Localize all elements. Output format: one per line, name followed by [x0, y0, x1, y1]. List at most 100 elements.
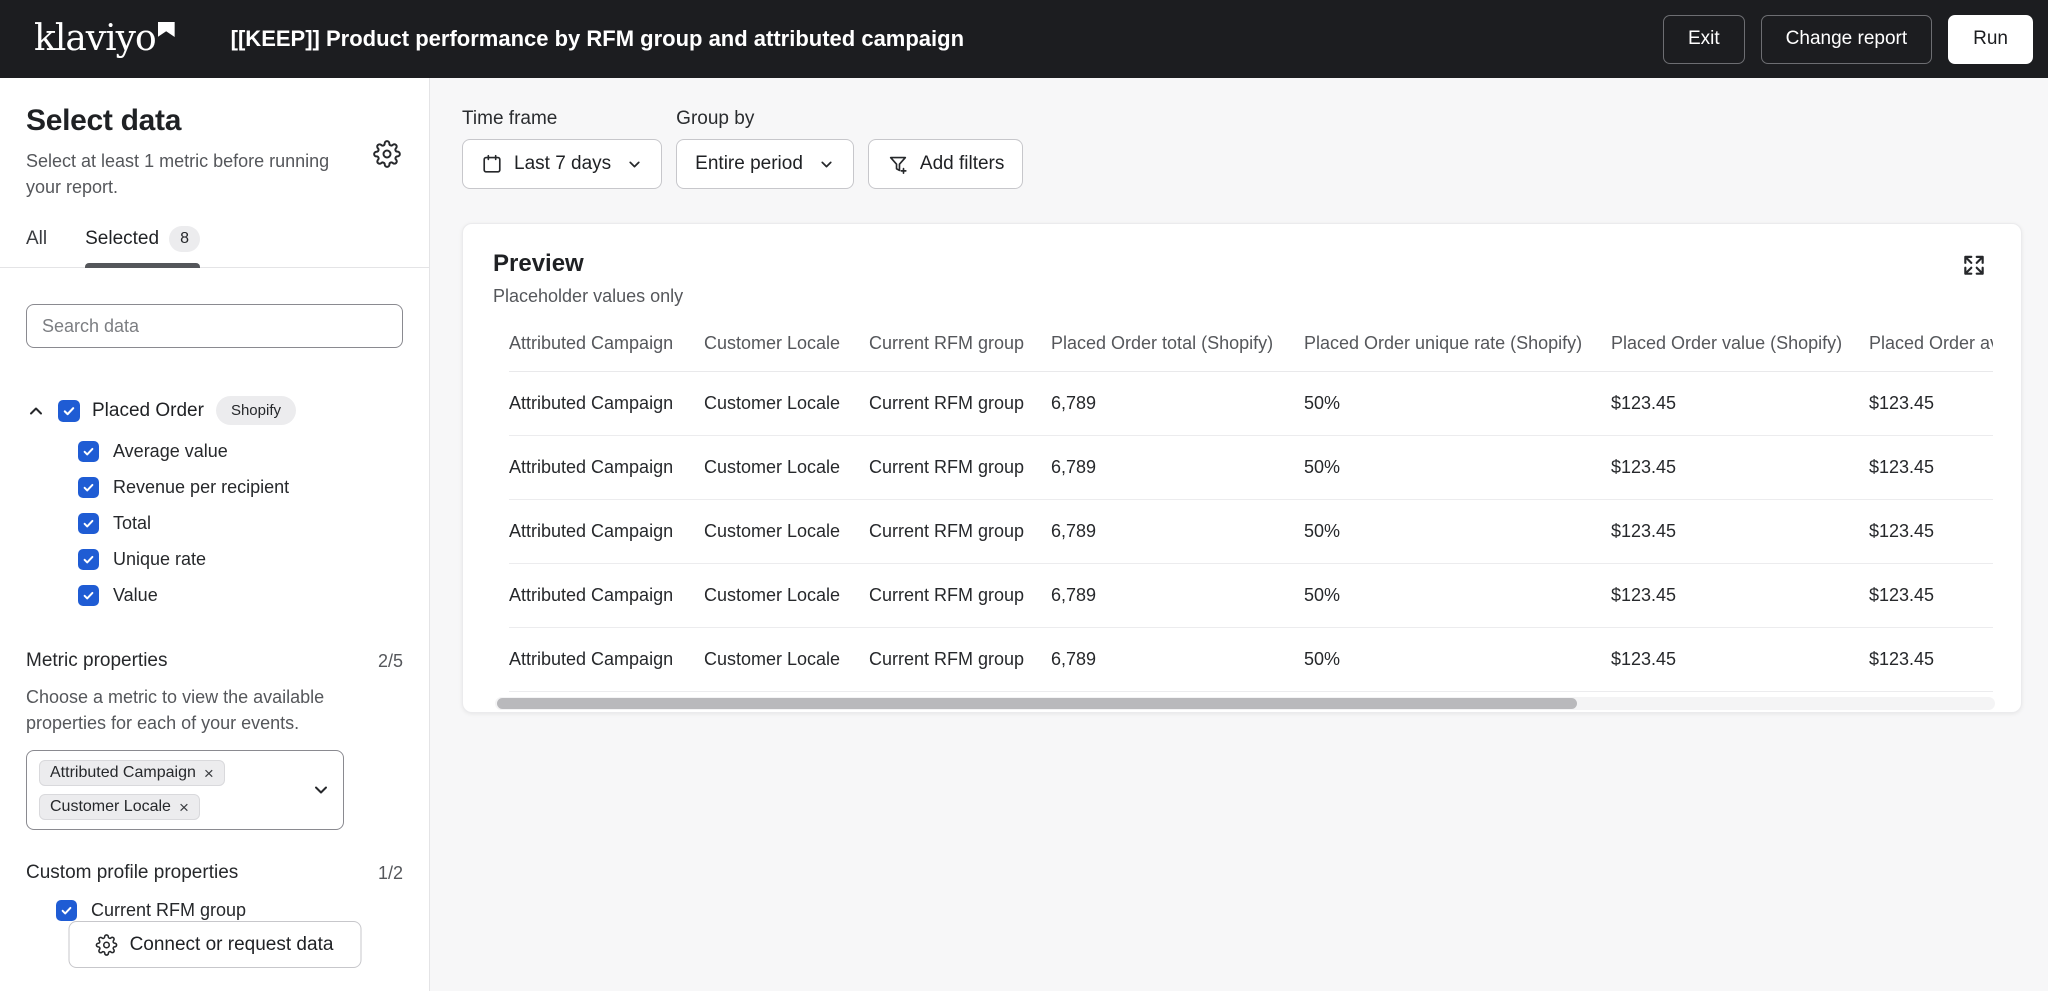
scrollbar-thumb[interactable] — [497, 698, 1577, 709]
column-header: Current RFM group — [869, 333, 1051, 372]
table-cell: 50% — [1304, 564, 1611, 628]
data-tabs: All Selected 8 — [26, 226, 403, 268]
table-cell: Customer Locale — [704, 436, 869, 500]
table-cell: 50% — [1304, 628, 1611, 692]
remove-tag-icon[interactable]: × — [179, 799, 189, 816]
table-cell: $123.45 — [1611, 564, 1869, 628]
run-button[interactable]: Run — [1948, 15, 2033, 64]
panel-title: Select data — [26, 104, 403, 138]
placed-order-checkbox[interactable] — [58, 400, 80, 422]
horizontal-scrollbar[interactable] — [495, 697, 1995, 710]
tag-customer-locale: Customer Locale × — [39, 794, 200, 820]
add-filters-button[interactable]: Add filters — [868, 139, 1023, 189]
connect-button-label: Connect or request data — [130, 934, 334, 956]
metric-child-row: Value — [78, 585, 403, 606]
table-cell: 50% — [1304, 500, 1611, 564]
tag-attributed-campaign: Attributed Campaign × — [39, 760, 225, 786]
table-cell: 50% — [1304, 372, 1611, 436]
connect-or-request-data-button[interactable]: Connect or request data — [68, 921, 361, 968]
column-header: Placed Order average value (Shopify) — [1869, 333, 1993, 372]
klaviyo-flag-icon — [158, 22, 175, 37]
time-frame-dropdown[interactable]: Last 7 days — [462, 139, 662, 189]
metric-group-label: Placed Order — [92, 400, 204, 422]
metric-child-row: Unique rate — [78, 549, 403, 570]
preview-subtitle: Placeholder values only — [493, 286, 683, 307]
custom-profile-label: Custom profile properties — [26, 862, 238, 884]
remove-tag-icon[interactable]: × — [204, 765, 214, 782]
custom-profile-header: Custom profile properties 1/2 — [26, 862, 403, 884]
table-cell: $123.45 — [1869, 372, 1993, 436]
average-value-checkbox[interactable] — [78, 441, 99, 462]
table-row: Attributed CampaignCustomer LocaleCurren… — [509, 564, 1993, 628]
current-rfm-group-checkbox[interactable] — [56, 900, 77, 921]
group-by-label: Group by — [676, 108, 854, 130]
tag-label: Customer Locale — [50, 798, 171, 816]
table-cell: Attributed Campaign — [509, 500, 704, 564]
tab-selected[interactable]: Selected 8 — [85, 226, 200, 268]
chevron-down-icon[interactable] — [311, 780, 331, 800]
table-row: Attributed CampaignCustomer LocaleCurren… — [509, 628, 1993, 692]
chevron-down-icon — [626, 156, 643, 173]
column-header: Placed Order total (Shopify) — [1051, 333, 1304, 372]
klaviyo-logo[interactable]: klaviyo — [34, 21, 175, 57]
settings-gear-icon[interactable] — [373, 140, 401, 168]
column-header: Customer Locale — [704, 333, 869, 372]
table-cell: 6,789 — [1051, 628, 1304, 692]
report-title: [[KEEP]] Product performance by RFM grou… — [231, 26, 1663, 52]
table-cell: Current RFM group — [869, 436, 1051, 500]
table-cell: Attributed Campaign — [509, 436, 704, 500]
table-row: Attributed CampaignCustomer LocaleCurren… — [509, 436, 1993, 500]
source-badge: Shopify — [216, 396, 296, 425]
add-filters-label: Add filters — [920, 153, 1004, 175]
topbar-actions: Exit Change report Run — [1663, 15, 2033, 64]
change-report-button[interactable]: Change report — [1761, 15, 1932, 64]
table-cell: $123.45 — [1611, 500, 1869, 564]
table-cell: 6,789 — [1051, 372, 1304, 436]
preview-table-wrap: Attributed Campaign Customer Locale Curr… — [509, 333, 1993, 692]
table-cell: Customer Locale — [704, 372, 869, 436]
topbar: klaviyo [[KEEP]] Product performance by … — [0, 0, 2048, 78]
collapse-chevron-up-icon[interactable] — [26, 401, 46, 421]
table-cell: Current RFM group — [869, 372, 1051, 436]
expand-icon[interactable] — [1961, 250, 1991, 280]
total-checkbox[interactable] — [78, 513, 99, 534]
metric-child-row: Average value — [78, 441, 403, 462]
chevron-down-icon — [818, 156, 835, 173]
metric-properties-description: Choose a metric to view the available pr… — [26, 684, 356, 736]
tag-label: Attributed Campaign — [50, 764, 196, 782]
gear-icon — [96, 934, 118, 956]
metric-children: Average value Revenue per recipient Tota… — [78, 441, 403, 606]
exit-button[interactable]: Exit — [1663, 15, 1745, 64]
select-data-panel: Select data Select at least 1 metric bef… — [0, 78, 430, 991]
table-cell: Current RFM group — [869, 500, 1051, 564]
metric-properties-select[interactable]: Attributed Campaign × Customer Locale × — [26, 750, 344, 830]
table-cell: Attributed Campaign — [509, 628, 704, 692]
report-builder-main: Time frame Last 7 days Group by Entire p… — [430, 78, 2048, 991]
custom-profile-count: 1/2 — [378, 863, 403, 884]
search-input[interactable] — [26, 304, 403, 348]
table-row: Attributed CampaignCustomer LocaleCurren… — [509, 372, 1993, 436]
metric-properties-label: Metric properties — [26, 650, 168, 672]
column-header: Placed Order unique rate (Shopify) — [1304, 333, 1611, 372]
table-cell: $123.45 — [1611, 628, 1869, 692]
table-cell: Current RFM group — [869, 564, 1051, 628]
tab-all[interactable]: All — [26, 226, 47, 268]
table-cell: 50% — [1304, 436, 1611, 500]
group-by-dropdown[interactable]: Entire period — [676, 139, 854, 189]
selected-count-badge: 8 — [169, 226, 200, 252]
unique-rate-checkbox[interactable] — [78, 549, 99, 570]
klaviyo-logo-text: klaviyo — [34, 21, 156, 57]
value-checkbox[interactable] — [78, 585, 99, 606]
table-cell: Customer Locale — [704, 628, 869, 692]
metric-child-label: Average value — [113, 441, 228, 462]
preview-card: Preview Placeholder values only Attribut… — [462, 223, 2022, 713]
preview-title: Preview — [493, 250, 683, 278]
table-cell: 6,789 — [1051, 500, 1304, 564]
group-by-value: Entire period — [695, 153, 803, 175]
revenue-per-recipient-checkbox[interactable] — [78, 477, 99, 498]
panel-subtitle: Select at least 1 metric before running … — [26, 148, 346, 200]
custom-profile-item-label: Current RFM group — [91, 900, 246, 921]
table-cell: $123.45 — [1869, 628, 1993, 692]
tab-all-label: All — [26, 228, 47, 250]
table-cell: $123.45 — [1611, 436, 1869, 500]
